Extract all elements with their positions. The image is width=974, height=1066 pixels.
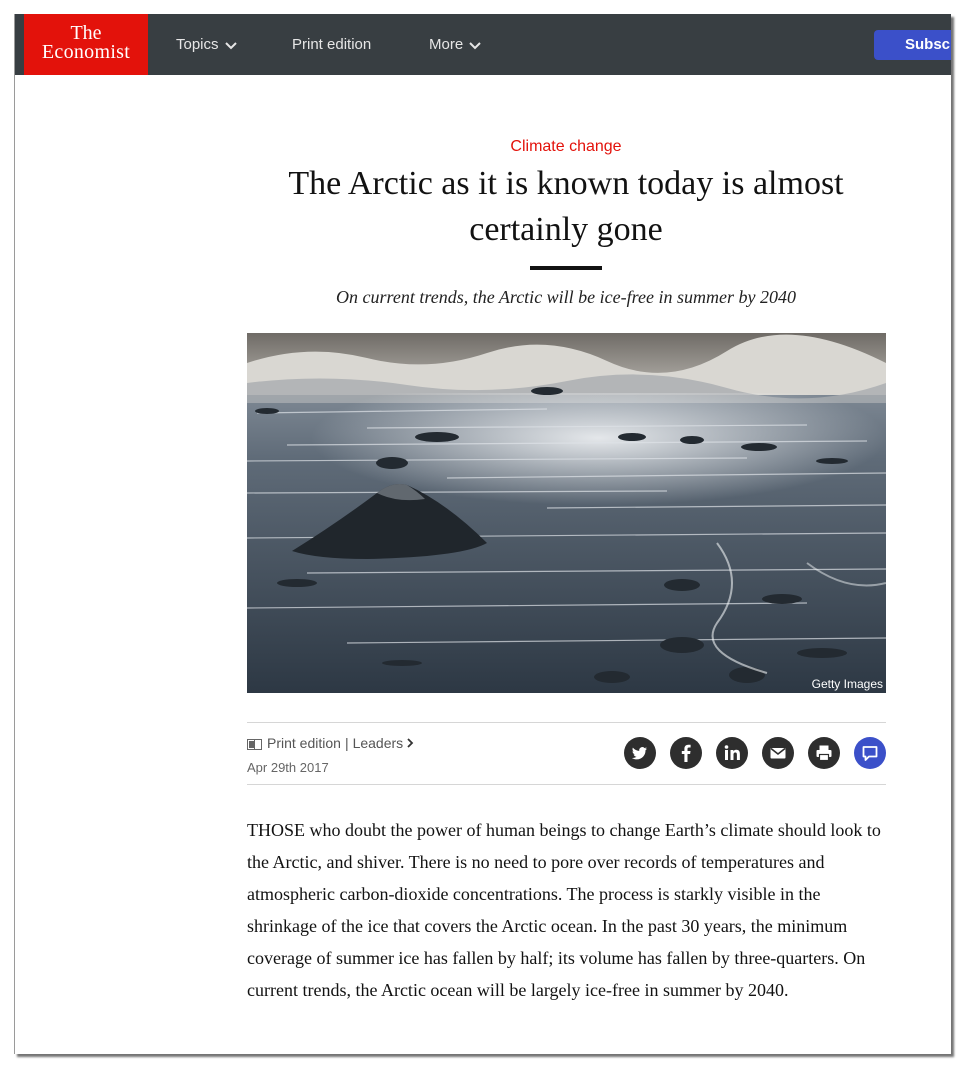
hero-image: Getty Images: [247, 333, 886, 693]
top-navigation: The Economist Topics Print edition More …: [15, 14, 951, 75]
arctic-ice-photo: [247, 333, 886, 693]
twitter-icon: [631, 747, 647, 760]
chevron-down-icon: [224, 15, 237, 76]
email-icon: [770, 747, 786, 759]
print-icon: [816, 745, 832, 762]
nav-topics[interactable]: Topics: [176, 14, 237, 75]
nav-more-label: More: [429, 36, 464, 53]
breadcrumb-separator: |: [344, 735, 349, 751]
logo-line-1: The: [70, 22, 102, 44]
publication-date: Apr 29th 2017: [247, 760, 329, 775]
share-facebook-button[interactable]: [670, 737, 702, 769]
article-body-paragraph: THOSE who doubt the power of human being…: [247, 820, 881, 1000]
linkedin-icon: [724, 745, 740, 760]
browser-page: The Economist Topics Print edition More …: [14, 14, 951, 1054]
leaders-link[interactable]: Leaders: [353, 735, 404, 751]
nav-print-edition[interactable]: Print edition: [292, 14, 371, 75]
section-breadcrumb: Print edition | Leaders: [247, 735, 414, 753]
logo-line-2: Economist: [41, 41, 131, 63]
comments-button[interactable]: [854, 737, 886, 769]
image-credit: Getty Images: [811, 677, 883, 691]
article-subheadline: On current trends, the Arctic will be ic…: [336, 287, 796, 307]
nav-topics-label: Topics: [176, 36, 219, 53]
chevron-down-icon: [469, 15, 481, 76]
print-edition-link[interactable]: Print edition: [267, 735, 341, 751]
facebook-icon: [681, 744, 691, 762]
share-twitter-button[interactable]: [624, 737, 656, 769]
article-headline: The Arctic as it is known today is almos…: [288, 165, 844, 248]
chevron-right-icon: [407, 735, 414, 751]
share-email-button[interactable]: [762, 737, 794, 769]
book-icon: [247, 737, 262, 753]
meta-divider-top: [247, 722, 886, 723]
print-button[interactable]: [808, 737, 840, 769]
nav-more[interactable]: More: [429, 14, 481, 75]
article-kicker[interactable]: Climate change: [247, 138, 885, 156]
economist-logo[interactable]: The Economist: [24, 14, 148, 75]
share-linkedin-button[interactable]: [716, 737, 748, 769]
comment-icon: [862, 746, 878, 761]
subscribe-button[interactable]: Subscri: [874, 30, 951, 60]
meta-divider-bottom: [247, 784, 886, 785]
headline-rule: [530, 266, 602, 270]
